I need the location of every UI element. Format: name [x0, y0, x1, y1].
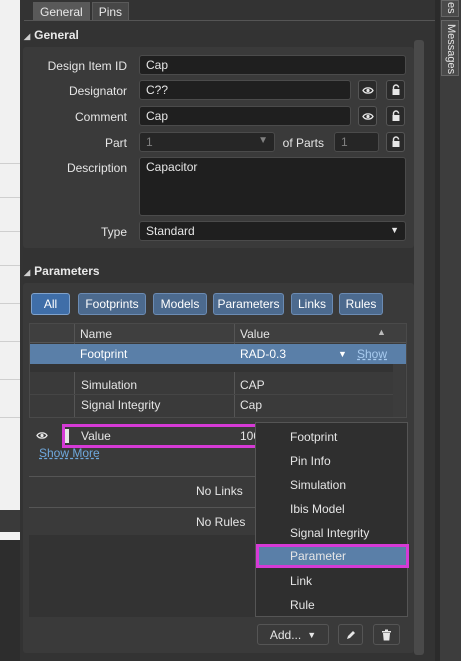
of-parts-label: of Parts [282, 136, 324, 150]
menu-item-pin-info[interactable]: Pin Info [256, 449, 409, 473]
footprint-row-value: RAD-0.3 [240, 347, 287, 361]
designator-visibility-button[interactable] [358, 80, 377, 100]
menu-item-parameter[interactable]: Parameter [256, 544, 409, 568]
chevron-down-icon: ▼ [390, 225, 399, 235]
docked-tab-messages[interactable]: Messages [441, 20, 459, 76]
filter-parameters-button[interactable]: Parameters [213, 293, 284, 315]
designator-label: Designator [68, 84, 127, 98]
comment-label: Comment [74, 110, 127, 124]
comment-lock-button[interactable] [386, 106, 405, 126]
docked-tab-properties[interactable]: es [441, 0, 459, 17]
type-select[interactable]: Standard ▼ [139, 221, 406, 241]
add-button-label: Add... [269, 627, 302, 642]
of-parts-field: 1 [334, 132, 379, 152]
eye-icon [361, 112, 374, 120]
eye-icon [361, 86, 374, 94]
menu-item-signal-integrity[interactable]: Signal Integrity [256, 521, 409, 545]
tab-pins[interactable]: Pins [91, 2, 130, 20]
designator-lock-button[interactable] [386, 80, 405, 100]
panel-scrollbar[interactable] [414, 40, 424, 655]
filter-all-button[interactable]: All [31, 293, 70, 315]
type-value: Standard [146, 224, 195, 238]
docked-panels-bar: es Messages [440, 0, 461, 661]
no-links-text: No Links [196, 484, 243, 498]
lock-icon [392, 110, 399, 121]
filter-rules-button[interactable]: Rules [339, 293, 383, 315]
menu-item-ibis-model[interactable]: Ibis Model [256, 497, 409, 521]
add-button[interactable]: Add... ▼ [257, 624, 329, 645]
type-label: Type [100, 225, 127, 239]
collapse-triangle-icon: ◢ [24, 32, 31, 41]
column-header-value[interactable]: Value [240, 325, 270, 343]
row-name: Signal Integrity [81, 398, 161, 412]
add-dropdown-menu: Footprint Pin Info Simulation Ibis Model… [255, 422, 409, 617]
footprint-show-link[interactable]: Show [357, 347, 387, 361]
sort-ascending-icon: ▲ [377, 327, 386, 337]
comment-field[interactable]: Cap [139, 106, 351, 126]
chevron-down-icon: ▼ [258, 135, 268, 146]
edit-button[interactable] [338, 624, 363, 645]
parameters-section-header[interactable]: ◢ Parameters [24, 264, 100, 278]
filter-footprints-button[interactable]: Footprints [78, 293, 146, 315]
row-value: Cap [240, 398, 263, 412]
general-section-title: General [34, 28, 79, 42]
no-rules-text: No Rules [196, 515, 246, 529]
part-lock-button[interactable] [386, 132, 405, 152]
pencil-icon [346, 630, 355, 639]
part-value: 1 [146, 135, 153, 149]
column-header-name[interactable]: Name [80, 325, 112, 343]
background-window [0, 0, 20, 661]
filter-links-button[interactable]: Links [291, 293, 333, 315]
value-row-value: 100 [240, 429, 256, 443]
chevron-down-icon[interactable]: ▼ [338, 349, 347, 359]
chevron-down-icon: ▼ [307, 629, 317, 640]
filter-models-button[interactable]: Models [153, 293, 207, 315]
row-value: CAP [240, 378, 265, 392]
delete-button[interactable] [373, 624, 400, 645]
menu-item-simulation[interactable]: Simulation [256, 473, 409, 497]
part-label: Part [104, 136, 127, 150]
value-row-name: Value [81, 429, 111, 443]
lock-icon [392, 84, 399, 95]
general-section-header[interactable]: ◢ General [24, 28, 79, 42]
menu-item-footprint[interactable]: Footprint [256, 425, 409, 449]
menu-item-rule[interactable]: Rule [256, 593, 409, 617]
panel-tabs: General Pins [33, 2, 130, 20]
designator-field[interactable]: C?? [139, 80, 351, 100]
row-name: Simulation [81, 378, 138, 392]
show-more-link[interactable]: Show More [39, 446, 100, 460]
part-select[interactable]: 1 ▼ [139, 132, 275, 152]
description-label: Description [66, 161, 127, 175]
parameters-section-title: Parameters [34, 264, 100, 278]
trash-icon [382, 629, 391, 640]
docked-tab-label: es [445, 2, 457, 14]
tab-general[interactable]: General [33, 2, 90, 20]
docked-tab-label: Messages [445, 24, 457, 75]
design-item-id-field[interactable]: Cap [139, 55, 406, 75]
design-item-id-label: Design Item ID [47, 59, 127, 73]
grid-row-spacer [30, 364, 393, 372]
comment-visibility-button[interactable] [358, 106, 377, 126]
footprint-row-name: Footprint [80, 347, 128, 361]
tab-divider [24, 20, 435, 21]
eye-icon[interactable] [36, 431, 48, 440]
collapse-triangle-icon: ◢ [24, 268, 31, 277]
menu-item-link[interactable]: Link [256, 569, 409, 593]
description-field[interactable]: Capacitor [139, 157, 406, 216]
lock-icon [392, 136, 399, 147]
